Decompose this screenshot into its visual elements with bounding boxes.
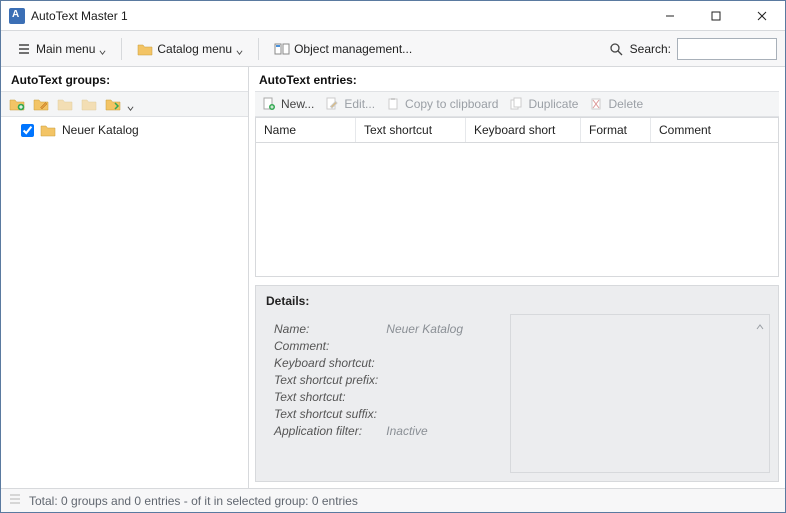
search-icon [608,41,624,57]
object-management-label: Object management... [294,42,412,56]
entries-toolbar: New... Edit... Copy to clipboard Duplica… [255,91,779,117]
col-format[interactable]: Format [581,118,651,142]
new-group-icon[interactable] [7,94,27,114]
main-menu-button[interactable]: Main menu [9,37,113,61]
detail-value-name: Neuer Katalog [386,322,494,336]
search-input[interactable] [677,38,777,60]
separator [121,38,122,60]
separator [258,38,259,60]
detail-value-application-filter: Inactive [386,424,494,438]
new-document-icon [261,96,277,112]
col-text-shortcut[interactable]: Text shortcut [356,118,466,142]
search-area: Search: [608,38,777,60]
status-icon [9,493,21,508]
detail-label-keyboard-shortcut: Keyboard shortcut: [274,356,378,370]
delete-group-icon [79,94,99,114]
edit-entry-button: Edit... [324,96,375,112]
detail-label-name: Name: [274,322,378,336]
col-name[interactable]: Name [256,118,356,142]
detail-value-text-shortcut [386,390,494,404]
window-title: AutoText Master 1 [31,9,128,23]
folder-icon [137,41,153,57]
groups-header: AutoText groups: [1,67,248,91]
col-comment[interactable]: Comment [651,118,778,142]
details-panel: Details: Name: Neuer Katalog Comment: Ke… [255,285,779,482]
main-menu-label: Main menu [36,42,95,56]
statusbar: Total: 0 groups and 0 entries - of it in… [1,488,785,512]
table-header-row: Name Text shortcut Keyboard short Format… [256,118,778,143]
details-preview[interactable] [510,314,770,473]
groups-toolbar [1,91,248,117]
duplicate-entry-button: Duplicate [508,96,578,112]
details-title: Details: [264,292,770,314]
tree-item[interactable]: Neuer Katalog [7,121,242,139]
chevron-down-icon [236,45,243,52]
copy-group-icon [55,94,75,114]
catalog-menu-button[interactable]: Catalog menu [130,37,250,61]
clipboard-icon [385,96,401,112]
detail-value-text-shortcut-prefix [386,373,494,387]
detail-value-comment [386,339,494,353]
detail-value-text-shortcut-suffix [386,407,494,421]
duplicate-entry-label: Duplicate [528,97,578,111]
entries-header: AutoText entries: [249,67,785,91]
table-body[interactable] [256,143,778,276]
chevron-down-icon[interactable] [127,101,134,108]
detail-label-text-shortcut-prefix: Text shortcut prefix: [274,373,378,387]
detail-label-text-shortcut-suffix: Text shortcut suffix: [274,407,378,421]
folder-icon [40,124,56,137]
left-pane: AutoText groups: [1,67,249,488]
entries-table: Name Text shortcut Keyboard short Format… [255,117,779,277]
detail-label-text-shortcut: Text shortcut: [274,390,378,404]
chevron-down-icon [99,45,106,52]
new-entry-button[interactable]: New... [261,96,314,112]
col-keyboard-short[interactable]: Keyboard short [466,118,581,142]
catalog-menu-label: Catalog menu [157,42,232,56]
detail-label-application-filter: Application filter: [274,424,378,438]
import-group-icon[interactable] [103,94,123,114]
edit-group-icon[interactable] [31,94,51,114]
tree-item-checkbox[interactable] [21,124,34,137]
edit-document-icon [324,96,340,112]
delete-entry-label: Delete [608,97,643,111]
object-management-icon [274,41,290,57]
edit-entry-label: Edit... [344,97,375,111]
new-entry-label: New... [281,97,314,111]
app-icon [9,8,25,24]
delete-entry-button: Delete [588,96,643,112]
minimize-button[interactable] [647,1,693,31]
status-text: Total: 0 groups and 0 entries - of it in… [29,494,358,508]
main-toolbar: Main menu Catalog menu Object management… [1,31,785,67]
body: AutoText groups: [1,67,785,488]
titlebar: AutoText Master 1 [1,1,785,31]
delete-icon [588,96,604,112]
close-button[interactable] [739,1,785,31]
maximize-button[interactable] [693,1,739,31]
tree-item-label: Neuer Katalog [62,123,139,137]
details-fields: Name: Neuer Katalog Comment: Keyboard sh… [264,314,504,473]
groups-tree[interactable]: Neuer Katalog [1,117,248,488]
scroll-up-icon[interactable] [755,321,765,335]
hamburger-icon [16,41,32,57]
object-management-button[interactable]: Object management... [267,37,419,61]
duplicate-icon [508,96,524,112]
copy-entry-label: Copy to clipboard [405,97,498,111]
search-label: Search: [630,42,671,56]
detail-value-keyboard-shortcut [386,356,494,370]
detail-label-comment: Comment: [274,339,378,353]
right-pane: AutoText entries: New... Edit... Copy to… [249,67,785,488]
copy-entry-button: Copy to clipboard [385,96,498,112]
